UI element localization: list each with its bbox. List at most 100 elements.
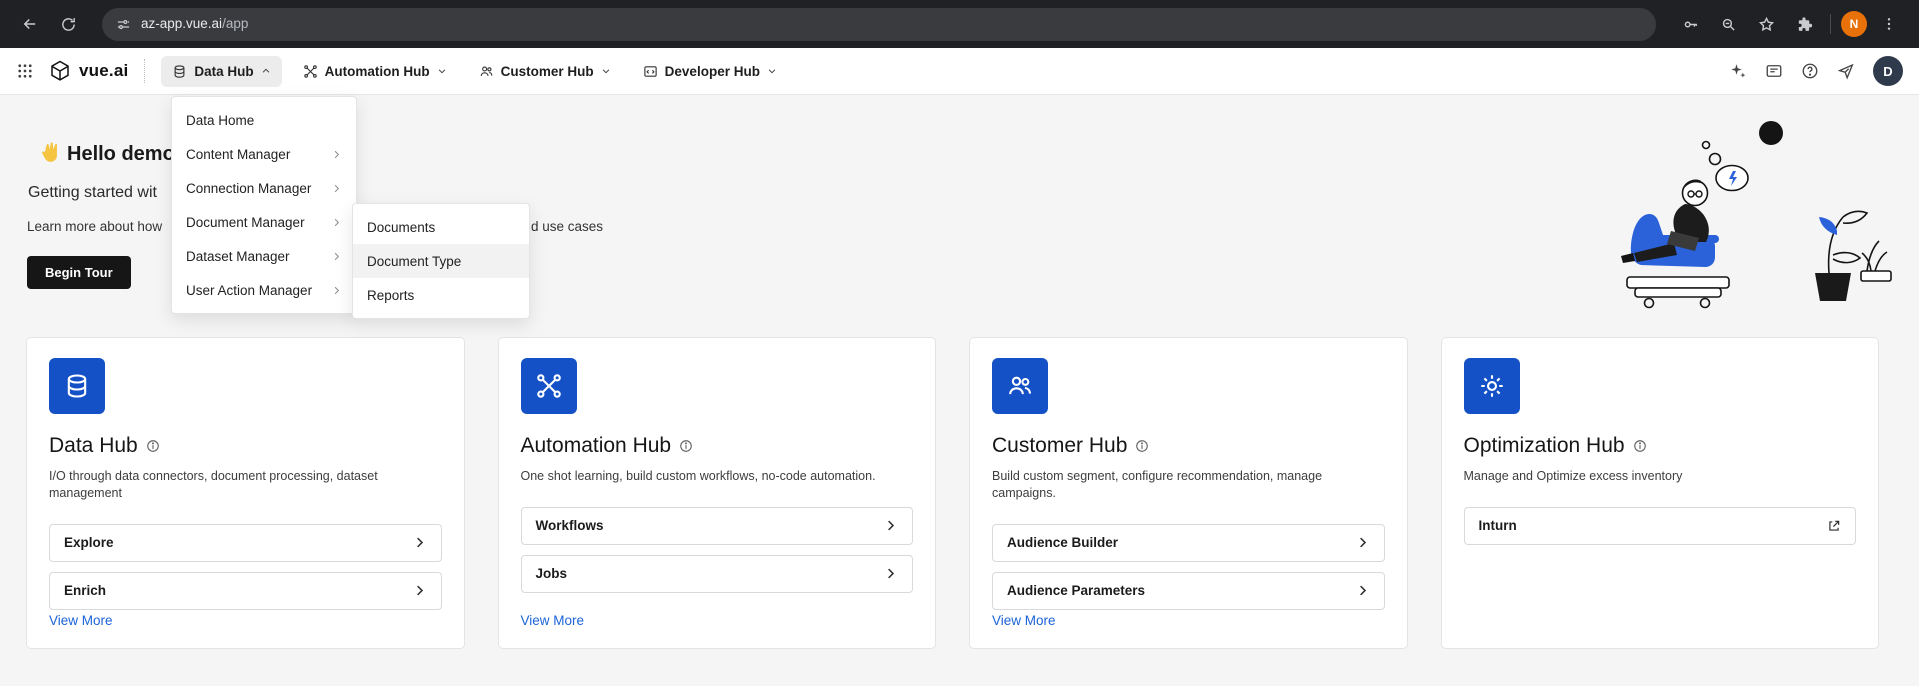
nav-item-label: Automation Hub	[325, 64, 430, 79]
url-bar[interactable]: az-app.vue.ai/app	[102, 8, 1656, 41]
menu-item-document-manager[interactable]: Document Manager	[172, 205, 356, 239]
data-hub-dropdown-menu: Data Home Content Manager Connection Man…	[171, 96, 357, 314]
explore-button[interactable]: Explore	[49, 524, 442, 562]
chevron-right-icon	[1355, 535, 1370, 550]
nav-item-developer-hub[interactable]: Developer Hub	[632, 56, 788, 87]
card-title: Customer Hub	[992, 434, 1127, 458]
enrich-button[interactable]: Enrich	[49, 572, 442, 610]
submenu-item-reports[interactable]: Reports	[353, 278, 529, 312]
chevron-right-icon	[412, 535, 427, 550]
chevron-right-icon	[331, 183, 342, 194]
action-label: Audience Builder	[1007, 535, 1118, 550]
vueai-logo[interactable]: vue.ai	[48, 59, 128, 83]
help-icon[interactable]	[1801, 62, 1819, 80]
bookmark-star-icon[interactable]	[1750, 8, 1782, 40]
inturn-button[interactable]: Inturn	[1464, 507, 1857, 545]
chevron-right-icon	[331, 217, 342, 228]
hero-illustration	[1575, 115, 1895, 320]
submenu-item-document-type[interactable]: Document Type	[353, 244, 529, 278]
action-label: Jobs	[536, 566, 568, 581]
menu-item-data-home[interactable]: Data Home	[172, 103, 356, 137]
url-text: az-app.vue.ai/app	[141, 15, 248, 33]
card-customer-hub: Customer Hub Build custom segment, confi…	[969, 337, 1408, 649]
code-window-icon	[643, 64, 658, 79]
card-optimization-hub: Optimization Hub Manage and Optimize exc…	[1441, 337, 1880, 649]
nav-item-label: Customer Hub	[501, 64, 594, 79]
begin-tour-button[interactable]: Begin Tour	[27, 256, 131, 289]
nav-item-label: Data Hub	[194, 64, 253, 79]
card-description: Build custom segment, configure recommen…	[992, 468, 1385, 502]
send-icon[interactable]	[1837, 62, 1855, 80]
chevron-right-icon	[1355, 583, 1370, 598]
hero-subtitle: Getting started wit	[28, 184, 157, 202]
view-more-link[interactable]: View More	[521, 613, 585, 628]
card-data-hub: Data Hub I/O through data connectors, do…	[26, 337, 465, 649]
site-controls-icon[interactable]	[116, 17, 131, 32]
action-label: Workflows	[536, 518, 604, 533]
menu-item-dataset-manager[interactable]: Dataset Manager	[172, 239, 356, 273]
info-icon[interactable]	[1633, 439, 1647, 453]
logo-text: vue.ai	[79, 61, 128, 81]
refresh-icon[interactable]	[52, 8, 84, 40]
nav-item-customer-hub[interactable]: Customer Hub	[468, 56, 622, 87]
people-icon	[479, 64, 494, 79]
menu-item-label: Document Manager	[186, 215, 305, 230]
workflows-button[interactable]: Workflows	[521, 507, 914, 545]
chevron-right-icon	[883, 566, 898, 581]
zoom-icon[interactable]	[1712, 8, 1744, 40]
view-more-link[interactable]: View More	[992, 613, 1056, 628]
key-icon[interactable]	[1674, 8, 1706, 40]
audience-parameters-button[interactable]: Audience Parameters	[992, 572, 1385, 610]
menu-item-connection-manager[interactable]: Connection Manager	[172, 171, 356, 205]
back-icon[interactable]	[14, 8, 46, 40]
browser-profile-avatar[interactable]: N	[1841, 11, 1867, 37]
menu-item-label: Dataset Manager	[186, 249, 290, 264]
action-label: Audience Parameters	[1007, 583, 1145, 598]
menu-item-label: Reports	[367, 288, 414, 303]
sparkle-icon[interactable]	[1729, 62, 1747, 80]
database-icon	[49, 358, 105, 414]
view-more-link[interactable]: View More	[49, 613, 113, 628]
nav-item-label: Developer Hub	[665, 64, 760, 79]
nav-items: Data Hub Automation Hub Customer Hub	[161, 56, 788, 87]
menu-dots-icon[interactable]	[1873, 8, 1905, 40]
menu-item-label: Connection Manager	[186, 181, 311, 196]
hero-description-left: Learn more about how	[27, 219, 162, 234]
browser-chrome: az-app.vue.ai/app N	[0, 0, 1919, 48]
apps-grid-icon[interactable]	[16, 62, 34, 80]
action-label: Explore	[64, 535, 114, 550]
menu-item-label: Content Manager	[186, 147, 290, 162]
card-automation-hub: Automation Hub One shot learning, build …	[498, 337, 937, 649]
workflow-icon	[303, 64, 318, 79]
card-description: One shot learning, build custom workflow…	[521, 468, 914, 485]
menu-item-user-action-manager[interactable]: User Action Manager	[172, 273, 356, 307]
info-icon[interactable]	[146, 439, 160, 453]
external-link-icon	[1827, 519, 1841, 533]
panel-icon[interactable]	[1765, 62, 1783, 80]
menu-item-label: Data Home	[186, 113, 254, 128]
gear-icon	[1464, 358, 1520, 414]
jobs-button[interactable]: Jobs	[521, 555, 914, 593]
card-description: I/O through data connectors, document pr…	[49, 468, 442, 502]
nav-item-automation-hub[interactable]: Automation Hub	[292, 56, 458, 87]
submenu-item-documents[interactable]: Documents	[353, 210, 529, 244]
nav-item-data-hub[interactable]: Data Hub	[161, 56, 281, 87]
chevron-right-icon	[883, 518, 898, 533]
app-profile-avatar[interactable]: D	[1873, 56, 1903, 86]
appnav-right: D	[1729, 56, 1903, 86]
wave-icon	[38, 140, 63, 165]
info-icon[interactable]	[679, 439, 693, 453]
extensions-puzzle-icon[interactable]	[1788, 8, 1820, 40]
card-title: Optimization Hub	[1464, 434, 1625, 458]
chevron-right-icon	[331, 285, 342, 296]
info-icon[interactable]	[1135, 439, 1149, 453]
menu-item-label: Document Type	[367, 254, 461, 269]
app-top-nav: vue.ai Data Hub Automation Hub C	[0, 48, 1919, 95]
document-manager-submenu: Documents Document Type Reports	[352, 203, 530, 319]
menu-item-content-manager[interactable]: Content Manager	[172, 137, 356, 171]
url-path: /app	[222, 16, 248, 31]
audience-builder-button[interactable]: Audience Builder	[992, 524, 1385, 562]
chevron-down-icon	[767, 66, 777, 76]
card-title: Data Hub	[49, 434, 138, 458]
workflow-icon	[521, 358, 577, 414]
